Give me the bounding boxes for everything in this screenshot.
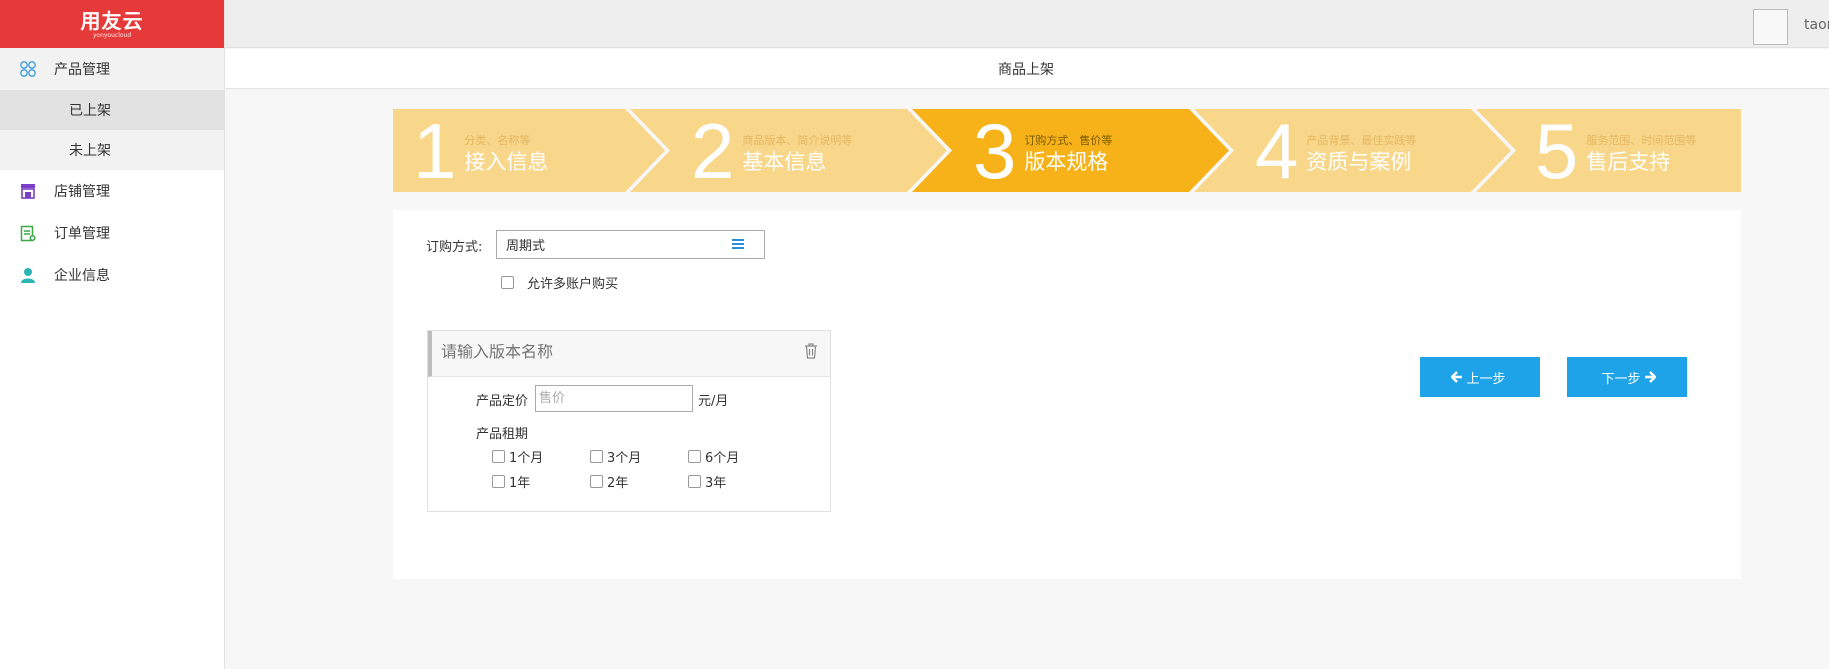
step-2[interactable]: 2 商品版本、简介说明等 基本信息	[691, 109, 852, 192]
sidebar: 用友云 yonyoucloud 产品管理 已上架 未上架 店铺管理 订单管理 企…	[0, 0, 225, 669]
step-title: 版本规格	[1024, 149, 1109, 174]
prev-step-label: 上一步	[1466, 370, 1506, 386]
period-option-3-months[interactable]: 3个月	[590, 447, 641, 466]
sidebar-item-store-management[interactable]: 店铺管理	[0, 170, 224, 212]
sidebar-item-enterprise-info[interactable]: 企业信息	[0, 254, 224, 296]
order-method-select[interactable]: 周期式	[496, 230, 765, 259]
period-option-1-month[interactable]: 1个月	[492, 447, 543, 466]
step-number: 5	[1535, 106, 1579, 195]
period-checkbox[interactable]	[492, 450, 505, 463]
version-name-input[interactable]	[441, 344, 741, 362]
allow-multi-account-label: 允许多账户购买	[527, 277, 619, 292]
period-option-label: 1年	[509, 476, 531, 491]
order-method-label: 订购方式:	[426, 240, 483, 255]
step-hint: 商品版本、简介说明等	[742, 133, 853, 147]
price-unit: 元/月	[698, 394, 729, 409]
page-title: 商品上架	[998, 61, 1054, 78]
step-5[interactable]: 5 服务范围、时间范围等 售后支持	[1535, 109, 1696, 192]
step-hint: 产品背景、最佳实践等	[1306, 133, 1417, 147]
step-hint: 订购方式、售价等	[1024, 133, 1113, 147]
enterprise-user-icon	[18, 265, 38, 285]
step-hint: 分类、名称等	[464, 133, 531, 147]
logo-subtext: yonyoucloud	[92, 31, 132, 39]
store-icon	[18, 181, 38, 201]
product-management-icon	[18, 59, 38, 79]
period-checkbox[interactable]	[492, 475, 505, 488]
sidebar-item-label: 企业信息	[54, 268, 110, 284]
step-title: 基本信息	[742, 149, 827, 174]
period-option-label: 6个月	[705, 451, 740, 466]
step-number: 2	[691, 106, 735, 195]
prev-step-button[interactable]: 上一步	[1420, 357, 1540, 397]
version-spec-panel	[427, 330, 831, 512]
step-hint: 服务范围、时间范围等	[1586, 133, 1697, 147]
logo-text: 用友云	[80, 8, 144, 33]
brand-logo[interactable]: 用友云 yonyoucloud	[0, 0, 224, 48]
arrow-right-icon	[1644, 371, 1656, 383]
period-option-label: 3年	[705, 476, 727, 491]
period-checkbox[interactable]	[688, 450, 701, 463]
step-number: 3	[973, 106, 1017, 195]
period-option-1-year[interactable]: 1年	[492, 472, 530, 491]
avatar[interactable]	[1753, 9, 1788, 45]
period-option-3-years[interactable]: 3年	[688, 472, 726, 491]
step-title: 资质与案例	[1306, 149, 1412, 174]
price-input[interactable]	[535, 385, 693, 412]
step-title: 售后支持	[1586, 149, 1671, 174]
period-checkbox[interactable]	[590, 450, 603, 463]
top-bar: taor	[225, 0, 1829, 48]
next-step-button[interactable]: 下一步	[1567, 357, 1687, 397]
sidebar-subitem-listed[interactable]: 已上架	[0, 90, 224, 130]
step-1[interactable]: 1 分类、名称等 接入信息	[413, 109, 548, 192]
period-option-label: 2年	[607, 476, 629, 491]
sidebar-item-label: 订单管理	[54, 226, 110, 242]
sidebar-subitem-unlisted[interactable]: 未上架	[0, 130, 224, 170]
step-3[interactable]: 3 订购方式、售价等 版本规格	[973, 109, 1112, 192]
rental-period-label: 产品租期	[476, 427, 529, 442]
next-step-label: 下一步	[1601, 370, 1641, 386]
step-number: 4	[1255, 106, 1299, 195]
list-menu-icon	[732, 239, 744, 250]
order-method-value: 周期式	[506, 239, 546, 254]
allow-multi-account-option[interactable]: 允许多账户购买	[501, 273, 618, 292]
price-label: 产品定价	[476, 394, 529, 409]
step-title: 接入信息	[464, 149, 549, 174]
step-4[interactable]: 4 产品背景、最佳实践等 资质与案例	[1255, 109, 1416, 192]
allow-multi-account-checkbox[interactable]	[501, 276, 514, 289]
username[interactable]: taor	[1804, 17, 1829, 33]
sidebar-item-order-management[interactable]: 订单管理	[0, 212, 224, 254]
order-icon	[18, 223, 38, 243]
trash-icon[interactable]	[804, 343, 818, 359]
sidebar-item-label: 产品管理	[54, 62, 110, 78]
period-option-6-months[interactable]: 6个月	[688, 447, 739, 466]
sidebar-item-label: 店铺管理	[54, 184, 110, 200]
step-number: 1	[413, 106, 457, 195]
period-checkbox[interactable]	[590, 475, 603, 488]
period-option-label: 1个月	[509, 451, 544, 466]
page-header: 商品上架	[225, 49, 1829, 89]
step-progress: 1 分类、名称等 接入信息 2 商品版本、简介说明等 基本信息 3 订购方式、售…	[393, 109, 1741, 192]
version-header	[428, 331, 830, 377]
period-option-2-years[interactable]: 2年	[590, 472, 628, 491]
period-option-label: 3个月	[607, 451, 642, 466]
period-checkbox[interactable]	[688, 475, 701, 488]
arrow-left-icon	[1451, 371, 1463, 383]
sidebar-item-product-management[interactable]: 产品管理	[0, 48, 224, 90]
